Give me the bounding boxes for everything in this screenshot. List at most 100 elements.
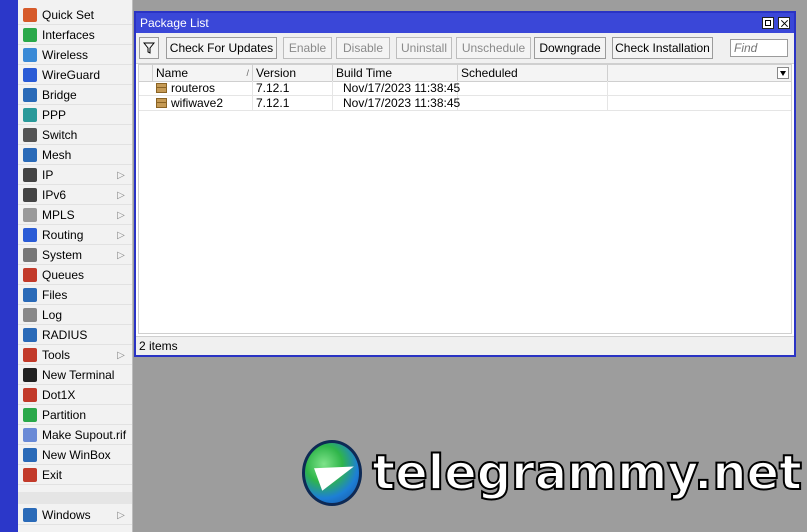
sidebar-item-ip[interactable]: IP ▷: [18, 166, 132, 185]
submenu-arrow-icon: ▷: [117, 229, 125, 241]
disable-button[interactable]: Disable: [336, 37, 390, 59]
column-menu-dropdown-icon[interactable]: [777, 67, 789, 79]
uninstall-button[interactable]: Uninstall: [396, 37, 452, 59]
radius-icon: [23, 328, 37, 342]
sidebar-item-radius[interactable]: RADIUS: [18, 326, 132, 345]
sidebar-item-mesh[interactable]: Mesh: [18, 146, 132, 165]
telegram-logo-icon: [302, 440, 363, 506]
restore-icon[interactable]: [762, 17, 774, 29]
sidebar-item-partition[interactable]: Partition: [18, 406, 132, 425]
unschedule-button[interactable]: Unschedule: [456, 37, 531, 59]
sidebar-item-label: IPv6: [42, 188, 67, 202]
cell-scheduled: [458, 96, 608, 111]
sidebar-item-wireless[interactable]: Wireless: [18, 46, 132, 65]
package-icon: [156, 98, 167, 108]
watermark-text: telegrammy.net: [371, 444, 803, 502]
column-header-scheduled[interactable]: Scheduled: [458, 65, 608, 81]
close-icon[interactable]: [778, 17, 790, 29]
submenu-arrow-icon: ▷: [117, 169, 125, 181]
sidebar-item-label: Exit: [42, 468, 63, 482]
sidebar-item-label: Windows: [42, 508, 91, 522]
sidebar-item-mpls[interactable]: MPLS ▷: [18, 206, 132, 225]
sidebar-item-label: PPP: [42, 108, 67, 122]
sidebar-item-files[interactable]: Files: [18, 286, 132, 305]
sidebar-item-exit[interactable]: Exit: [18, 466, 132, 485]
system-icon: [23, 248, 37, 262]
cell-name-text: routeros: [171, 81, 216, 95]
cell-build-time: Nov/17/2023 11:38:45: [333, 96, 460, 111]
sidebar-item-ppp[interactable]: PPP: [18, 106, 132, 125]
cell-name: routeros: [153, 81, 253, 96]
sidebar-item-new-terminal[interactable]: New Terminal: [18, 366, 132, 385]
check-for-updates-button[interactable]: Check For Updates: [166, 37, 277, 59]
sidebar-item-log[interactable]: Log: [18, 306, 132, 325]
sidebar-item-make-supout-rif[interactable]: Make Supout.rif: [18, 426, 132, 445]
enable-button[interactable]: Enable: [283, 37, 332, 59]
submenu-arrow-icon: ▷: [117, 209, 125, 221]
sidebar-item-label: RADIUS: [42, 328, 88, 342]
sidebar-item-system[interactable]: System ▷: [18, 246, 132, 265]
sidebar-item-label: WireGuard: [42, 68, 101, 82]
package-icon: [156, 83, 167, 93]
sidebar-item-bridge[interactable]: Bridge: [18, 86, 132, 105]
sidebar-item-label: Mesh: [42, 148, 72, 162]
column-header-build-time[interactable]: Build Time: [333, 65, 458, 81]
column-header-name[interactable]: Name /: [153, 65, 253, 81]
sidebar-item-label: Dot1X: [42, 388, 76, 402]
quick-set-icon: [23, 8, 37, 22]
column-header-name-label: Name: [156, 66, 189, 80]
submenu-arrow-icon: ▷: [117, 189, 125, 201]
cell-version: 7.12.1: [253, 96, 333, 111]
submenu-arrow-icon: ▷: [117, 349, 125, 361]
sidebar-separator: [18, 492, 132, 504]
supout-icon: [23, 428, 37, 442]
routing-icon: [23, 228, 37, 242]
mesh-icon: [23, 148, 37, 162]
bridge-icon: [23, 88, 37, 102]
downgrade-button[interactable]: Downgrade: [534, 37, 606, 59]
find-input[interactable]: [730, 39, 788, 57]
sidebar-item-label: Quick Set: [42, 8, 95, 22]
filter-button[interactable]: [139, 37, 159, 59]
sidebar-item-label: New WinBox: [42, 448, 111, 462]
cell-name: wifiwave2: [153, 96, 253, 111]
sidebar-item-new-winbox[interactable]: New WinBox: [18, 446, 132, 465]
sidebar-item-switch[interactable]: Switch: [18, 126, 132, 145]
sidebar-item-windows[interactable]: Windows ▷: [18, 506, 132, 525]
sidebar-item-label: Partition: [42, 408, 87, 422]
filter-icon: [143, 42, 155, 54]
dot1x-icon: [23, 388, 37, 402]
check-installation-button[interactable]: Check Installation: [612, 37, 713, 59]
mpls-icon: [23, 208, 37, 222]
terminal-icon: [23, 368, 37, 382]
sidebar-item-quick-set[interactable]: Quick Set: [18, 6, 132, 25]
table-row[interactable]: wifiwave2 7.12.1 Nov/17/2023 11:38:45: [139, 96, 791, 111]
sidebar-item-queues[interactable]: Queues: [18, 266, 132, 285]
sidebar-item-routing[interactable]: Routing ▷: [18, 226, 132, 245]
wireguard-icon: [23, 68, 37, 82]
sidebar-item-tools[interactable]: Tools ▷: [18, 346, 132, 365]
window-titlebar[interactable]: Package List: [136, 13, 794, 33]
sidebar-item-interfaces[interactable]: Interfaces: [18, 26, 132, 45]
switch-icon: [23, 128, 37, 142]
files-icon: [23, 288, 37, 302]
sidebar-item-label: System: [42, 248, 83, 262]
sidebar-item-label: Bridge: [42, 88, 77, 102]
watermark: telegrammy.net: [302, 440, 803, 506]
main-menu-sidebar: Quick Set Interfaces Wireless WireGuard Brid…: [18, 0, 133, 532]
cell-build-time: Nov/17/2023 11:38:45: [333, 81, 460, 96]
cell-name-text: wifiwave2: [171, 96, 224, 110]
sidebar-item-ipv6[interactable]: IPv6 ▷: [18, 186, 132, 205]
table-row[interactable]: routeros 7.12.1 Nov/17/2023 11:38:45: [139, 81, 791, 96]
sidebar-item-dot1x[interactable]: Dot1X: [18, 386, 132, 405]
sidebar-item-label: Make Supout.rif: [42, 428, 127, 442]
sidebar-item-label: Interfaces: [42, 28, 95, 42]
sidebar-item-wireguard[interactable]: WireGuard: [18, 66, 132, 85]
log-icon: [23, 308, 37, 322]
column-header-version[interactable]: Version: [253, 65, 333, 81]
table-header: Name / Version Build Time Scheduled: [139, 65, 791, 82]
submenu-arrow-icon: ▷: [117, 509, 125, 521]
sidebar-brand-strip: [0, 0, 18, 532]
ip-icon: [23, 168, 37, 182]
sidebar-item-label: Files: [42, 288, 68, 302]
